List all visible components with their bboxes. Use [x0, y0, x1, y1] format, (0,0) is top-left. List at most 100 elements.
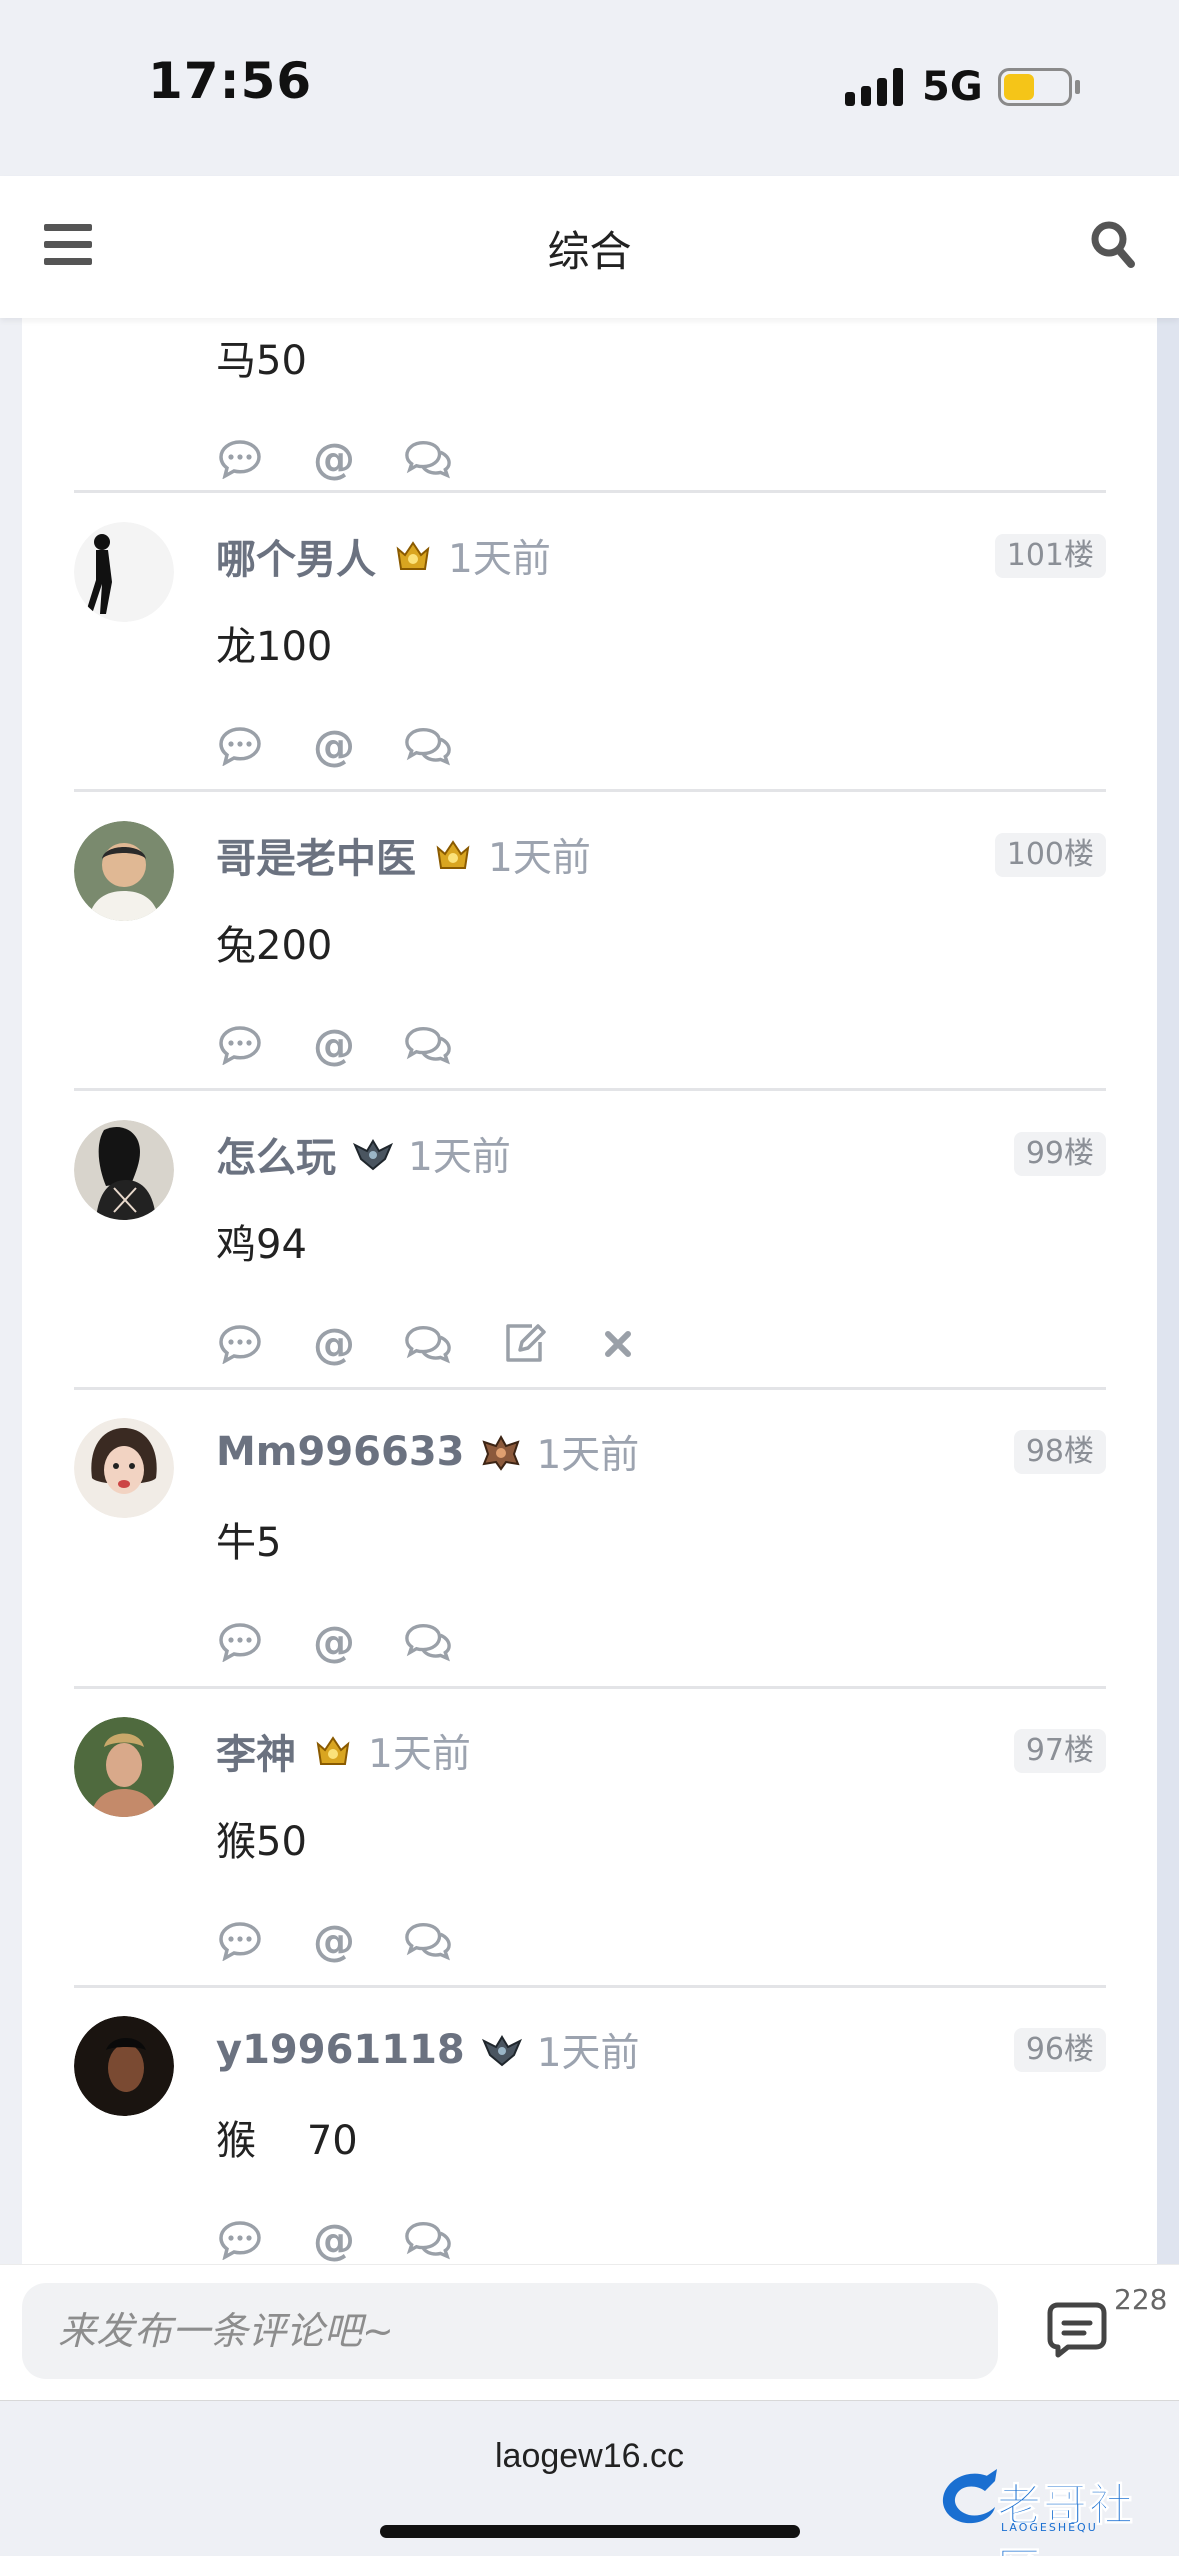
username[interactable]: 哪个男人 [216, 527, 376, 585]
avatar[interactable] [74, 1717, 174, 1817]
comment-time: 1天前 [408, 1135, 511, 1180]
status-bar: 17:56 5G [0, 0, 1179, 176]
list-item: 李神 1天前 97楼 猴50 @ [74, 1717, 1106, 1977]
mention-icon[interactable]: @ [310, 1320, 358, 1368]
comment-actions: @ [216, 1021, 500, 1069]
divider [74, 1387, 1106, 1390]
comment-actions: @ [216, 1320, 688, 1368]
status-time: 17:56 [148, 52, 313, 110]
watermark-subtext: LAOGESHEQU [1001, 2521, 1098, 2534]
reply-icon[interactable] [216, 1021, 264, 1069]
battery-icon [998, 68, 1072, 106]
list-item: 怎么玩 1天前 99楼 鸡94 @ [74, 1120, 1106, 1380]
comment-input[interactable] [22, 2283, 998, 2379]
list-item: y19961118 1天前 96楼 猴 70 @ [74, 2016, 1106, 2264]
divider [74, 490, 1106, 493]
username[interactable]: 李神 [216, 1722, 296, 1780]
avatar[interactable] [74, 1120, 174, 1220]
side-strip [1157, 318, 1179, 2264]
reply-icon[interactable] [216, 1618, 264, 1666]
avatar[interactable] [74, 1418, 174, 1518]
watermark-text: 老哥社区 [997, 2480, 1135, 2556]
comment-time: 1天前 [448, 537, 551, 582]
gold-crown-badge-icon [316, 1736, 350, 1765]
comment-text: 猴50 [216, 1819, 307, 1865]
divider [74, 1985, 1106, 1988]
mention-icon[interactable]: @ [310, 2216, 358, 2264]
list-item: 哥是老中医 1天前 100楼 兔200 @ [74, 821, 1106, 1081]
svg-text:@: @ [313, 1023, 355, 1067]
svg-text:@: @ [313, 1322, 355, 1366]
comment-time: 1天前 [536, 1433, 640, 1478]
edit-icon[interactable] [500, 1320, 548, 1368]
list-item: Mm996633 1天前 98楼 牛5 @ [74, 1418, 1106, 1678]
comment-list[interactable]: 马50 @ 哪个男人 1天前 101楼 龙100 @ 哥是老中医 1天前 100… [22, 318, 1157, 2264]
svg-text:@: @ [313, 724, 355, 768]
floor-badge: 97楼 [1013, 1729, 1106, 1773]
comment-time: 1天前 [536, 2031, 640, 2076]
delete-icon[interactable] [594, 1320, 642, 1368]
comments-icon[interactable] [1044, 2299, 1110, 2359]
comment-actions: @ [216, 722, 500, 770]
signal-icon [845, 66, 905, 106]
reply-icon[interactable] [216, 2216, 264, 2264]
page-title: 综合 [547, 227, 632, 276]
reply-icon[interactable] [216, 1320, 264, 1368]
floor-badge: 99楼 [1013, 1132, 1106, 1176]
comment-text: 牛5 [216, 1520, 282, 1566]
conversation-icon[interactable] [404, 435, 452, 483]
network-label: 5G [922, 64, 983, 110]
mention-icon[interactable]: @ [310, 1917, 358, 1965]
comment-actions: @ [216, 1618, 500, 1666]
comment-actions: @ [216, 2216, 500, 2264]
conversation-icon[interactable] [404, 2216, 452, 2264]
username[interactable]: y19961118 [216, 2027, 465, 2073]
floor-badge: 100楼 [994, 833, 1106, 877]
conversation-icon[interactable] [404, 722, 452, 770]
divider [74, 1088, 1106, 1091]
avatar[interactable] [74, 821, 174, 921]
comment-actions: @ [216, 1917, 500, 1965]
dark-wing-badge-icon [353, 1139, 393, 1171]
comment-bar: 228 [0, 2264, 1179, 2400]
comment-time: 1天前 [488, 836, 591, 881]
search-icon[interactable] [1090, 220, 1136, 270]
home-indicator[interactable] [380, 2525, 800, 2538]
comment-text: 鸡94 [216, 1222, 307, 1268]
dark-wing-badge-icon [481, 2035, 522, 2067]
conversation-icon[interactable] [404, 1917, 452, 1965]
floor-badge: 101楼 [994, 534, 1106, 578]
list-item-partial: 马50 @ [74, 318, 1106, 498]
comment-actions: @ [216, 435, 500, 483]
list-item: 哪个男人 1天前 101楼 龙100 @ [74, 522, 1106, 782]
mention-icon[interactable]: @ [310, 1021, 358, 1069]
mention-icon[interactable]: @ [310, 1618, 358, 1666]
reply-icon[interactable] [216, 722, 264, 770]
gold-crown-badge-icon [436, 840, 470, 869]
mention-icon[interactable]: @ [310, 435, 358, 483]
divider [74, 789, 1106, 792]
comment-text: 猴 70 [216, 2118, 358, 2164]
avatar[interactable] [74, 2016, 174, 2116]
username[interactable]: Mm996633 [216, 1429, 464, 1475]
comment-text: 龙100 [216, 624, 333, 670]
mention-icon[interactable]: @ [310, 722, 358, 770]
svg-text:@: @ [313, 1919, 355, 1963]
reply-icon[interactable] [216, 1917, 264, 1965]
conversation-icon[interactable] [404, 1320, 452, 1368]
username[interactable]: 怎么玩 [216, 1125, 336, 1183]
conversation-icon[interactable] [404, 1021, 452, 1069]
divider [74, 1686, 1106, 1689]
comment-count: 228 [1114, 2283, 1168, 2316]
username[interactable]: 哥是老中医 [216, 826, 416, 884]
reply-icon[interactable] [216, 435, 264, 483]
svg-text:@: @ [313, 2218, 355, 2262]
comment-text: 马50 [216, 338, 307, 384]
comment-time: 1天前 [368, 1732, 471, 1777]
dragon-icon [942, 2469, 997, 2524]
avatar[interactable] [74, 522, 174, 622]
conversation-icon[interactable] [404, 1618, 452, 1666]
floor-badge: 96楼 [1013, 2028, 1106, 2072]
app-header: 综合 [0, 176, 1179, 318]
watermark-logo: 老哥社区 LAOGESHEQU [935, 2463, 1171, 2556]
